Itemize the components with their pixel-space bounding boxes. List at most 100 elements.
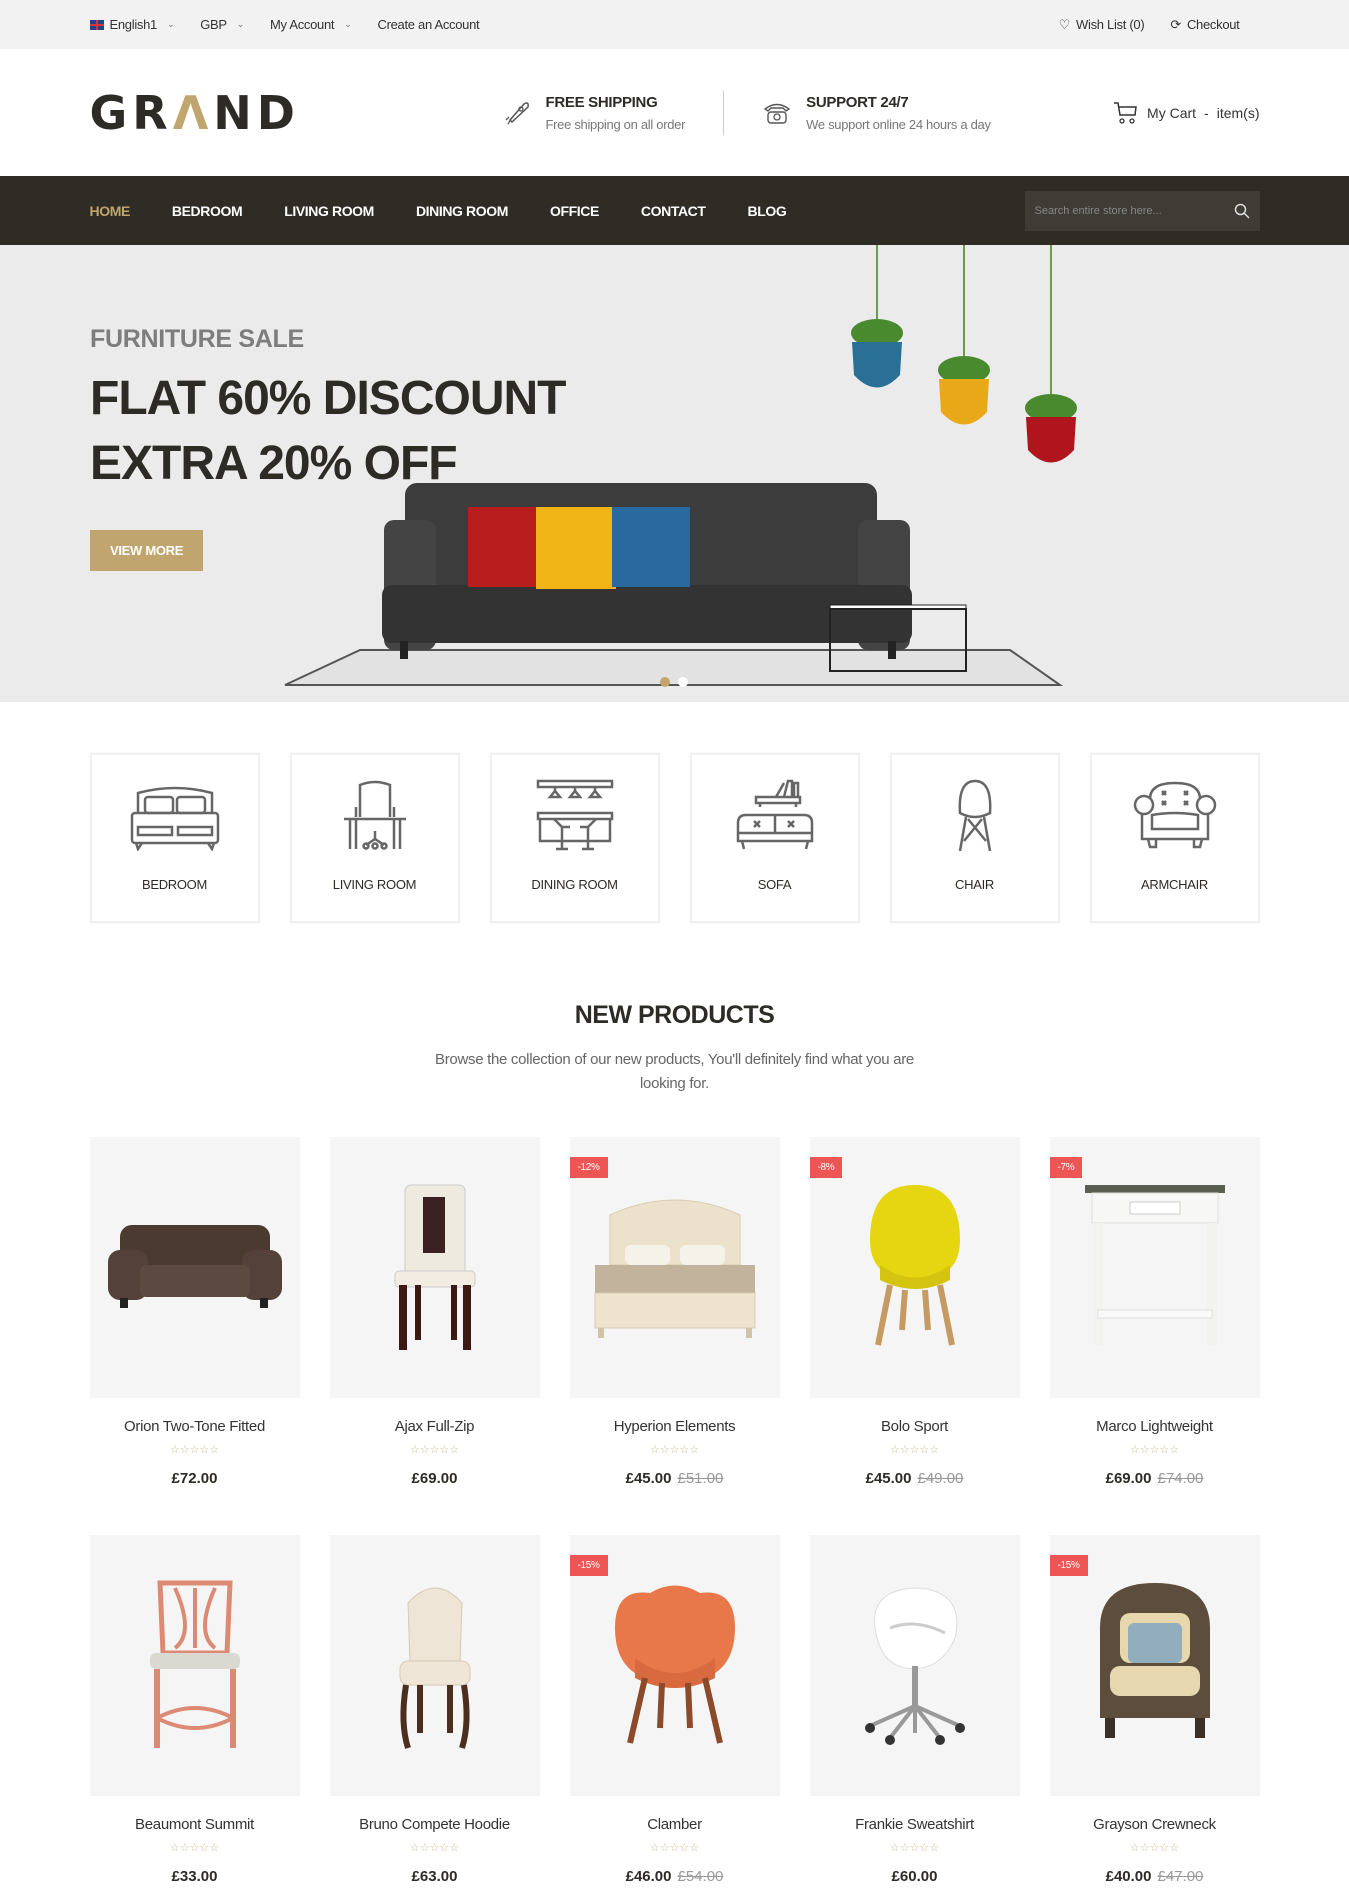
yellow-chair-image: [850, 1180, 980, 1355]
nav-home[interactable]: HOME: [90, 203, 131, 219]
discount-badge: -15%: [1049, 1555, 1088, 1576]
product-card: Beaumont Summit ☆☆☆☆☆ £33.00: [89, 1535, 300, 1885]
wicker-chair-image: [1080, 1578, 1230, 1753]
product-card: Ajax Full-Zip ☆☆☆☆☆ £69.00: [329, 1137, 540, 1487]
search-icon[interactable]: [1234, 203, 1250, 219]
product-name[interactable]: Bolo Sport: [810, 1418, 1020, 1435]
nav-blog[interactable]: BLOG: [748, 203, 787, 219]
current-price: £72.00: [171, 1470, 218, 1487]
slider-dot[interactable]: [678, 677, 688, 687]
my-account-menu[interactable]: My Account ⌄: [270, 17, 352, 32]
cream-chair-image: [380, 1573, 490, 1758]
current-price: £45.00: [865, 1470, 912, 1487]
product-card: Bruno Compete Hoodie ☆☆☆☆☆ £63.00: [329, 1535, 540, 1885]
nav-office[interactable]: OFFICE: [550, 203, 599, 219]
product-image[interactable]: -15%: [1049, 1535, 1260, 1796]
rocket-icon: [505, 101, 529, 124]
blue-planter-icon: [851, 319, 903, 388]
support-title: SUPPORT 24/7: [806, 93, 909, 111]
support-subtitle: We support online 24 hours a day: [806, 116, 991, 132]
cart-count: item(s): [1216, 104, 1260, 121]
product-image[interactable]: [89, 1535, 300, 1796]
create-account-label: Create an Account: [377, 17, 480, 32]
old-price: £47.00: [1157, 1868, 1204, 1885]
product-name[interactable]: Orion Two-Tone Fitted: [90, 1418, 300, 1435]
product-image[interactable]: [329, 1535, 540, 1796]
current-price: £40.00: [1105, 1868, 1152, 1885]
support-feature: SUPPORT 24/7 We support online 24 hours a…: [762, 94, 991, 132]
product-image[interactable]: -8%: [809, 1137, 1020, 1398]
product-price: £45.00 £49.00: [810, 1470, 1020, 1487]
bed-image: [580, 1185, 770, 1350]
old-price: £49.00: [917, 1470, 964, 1487]
current-price: £45.00: [625, 1470, 672, 1487]
product-name[interactable]: Frankie Sweatshirt: [810, 1816, 1020, 1833]
create-account-link[interactable]: Create an Account: [377, 17, 479, 32]
armchair-icon: [1133, 781, 1216, 849]
nav-bedroom[interactable]: BEDROOM: [172, 203, 243, 219]
currency-selector[interactable]: GBP ⌄: [200, 17, 244, 32]
orange-chair-image: [600, 1578, 750, 1753]
nav-contact[interactable]: CONTACT: [641, 203, 706, 219]
my-account-label: My Account: [270, 17, 335, 32]
product-image[interactable]: -12%: [569, 1137, 780, 1398]
category-label: BEDROOM: [141, 877, 208, 892]
category-armchair[interactable]: ARMCHAIR: [1089, 753, 1260, 923]
discount-badge: -8%: [809, 1157, 843, 1178]
rating-stars: ☆☆☆☆☆: [649, 1444, 700, 1456]
product-price: £40.00 £47.00: [1050, 1868, 1260, 1885]
old-price: £51.00: [677, 1470, 724, 1487]
category-living-room[interactable]: LIVING ROOM: [289, 753, 460, 923]
wishlist-label: Wish List (0): [1076, 17, 1145, 32]
product-image[interactable]: -7%: [1049, 1137, 1260, 1398]
product-price: £60.00: [810, 1868, 1020, 1885]
product-name[interactable]: Clamber: [570, 1816, 780, 1833]
side-table-image: [1080, 1180, 1230, 1355]
current-price: £63.00: [411, 1868, 458, 1885]
category-dining-room[interactable]: DINING ROOM: [489, 753, 660, 923]
product-grid: Orion Two-Tone Fitted ☆☆☆☆☆ £72.00 Ajax Ful…: [89, 1137, 1260, 1885]
product-image[interactable]: [329, 1137, 540, 1398]
product-card: -15% Grayson Crewneck ☆☆☆☆☆ £40.00 £47.00: [1049, 1535, 1260, 1885]
product-price: £46.00 £54.00: [570, 1868, 780, 1885]
nav-living-room[interactable]: LIVING ROOM: [284, 203, 374, 219]
mini-cart[interactable]: My Cart - item(s): [1113, 100, 1260, 126]
slider-dot[interactable]: [660, 677, 670, 687]
product-name[interactable]: Hyperion Elements: [570, 1418, 780, 1435]
product-price: £69.00 £74.00: [1050, 1470, 1260, 1487]
product-name[interactable]: Beaumont Summit: [90, 1816, 300, 1833]
current-price: £69.00: [411, 1470, 458, 1487]
language-selector[interactable]: English1 ⌄: [89, 17, 175, 32]
product-name[interactable]: Marco Lightweight: [1050, 1418, 1260, 1435]
hero-slider: FURNITURE SALE FLAT 60% DISCOUNT EXTRA 20…: [0, 245, 1349, 702]
shipping-title: FREE SHIPPING: [545, 93, 658, 111]
current-price: £33.00: [171, 1868, 218, 1885]
rating-stars: ☆☆☆☆☆: [889, 1842, 940, 1854]
product-name[interactable]: Ajax Full-Zip: [330, 1418, 540, 1435]
wishlist-link[interactable]: ♡ Wish List (0): [1059, 17, 1145, 33]
product-price: £33.00: [90, 1868, 300, 1885]
product-card: Frankie Sweatshirt ☆☆☆☆☆ £60.00: [809, 1535, 1020, 1885]
product-image[interactable]: [89, 1137, 300, 1398]
category-sofa[interactable]: SOFA: [689, 753, 860, 923]
product-image[interactable]: [809, 1535, 1020, 1796]
product-card: Orion Two-Tone Fitted ☆☆☆☆☆ £72.00: [89, 1137, 300, 1487]
cart-separator: -: [1204, 104, 1209, 121]
chevron-down-icon: ⌄: [344, 19, 352, 29]
chair-icon: [958, 779, 991, 851]
checkout-link[interactable]: ⟳ Checkout: [1170, 17, 1239, 33]
rating-stars: ☆☆☆☆☆: [1129, 1444, 1180, 1456]
rating-stars: ☆☆☆☆☆: [1129, 1842, 1180, 1854]
product-card: -12% Hyperion Elements ☆☆☆☆☆ £45.00 £51.00: [569, 1137, 780, 1487]
discount-badge: -12%: [569, 1157, 608, 1178]
free-shipping-feature: FREE SHIPPING Free shipping on all order: [502, 93, 685, 132]
category-chair[interactable]: CHAIR: [889, 753, 1060, 923]
product-name[interactable]: Bruno Compete Hoodie: [330, 1816, 540, 1833]
search-input[interactable]: [1034, 204, 1234, 217]
category-bedroom[interactable]: BEDROOM: [89, 753, 260, 923]
nav-dining-room[interactable]: DINING ROOM: [416, 203, 508, 219]
logo[interactable]: GRΛND: [90, 86, 420, 140]
product-name[interactable]: Grayson Crewneck: [1050, 1816, 1260, 1833]
section-subtitle: Browse the collection of our new product…: [435, 1051, 914, 1092]
product-image[interactable]: -15%: [569, 1535, 780, 1796]
